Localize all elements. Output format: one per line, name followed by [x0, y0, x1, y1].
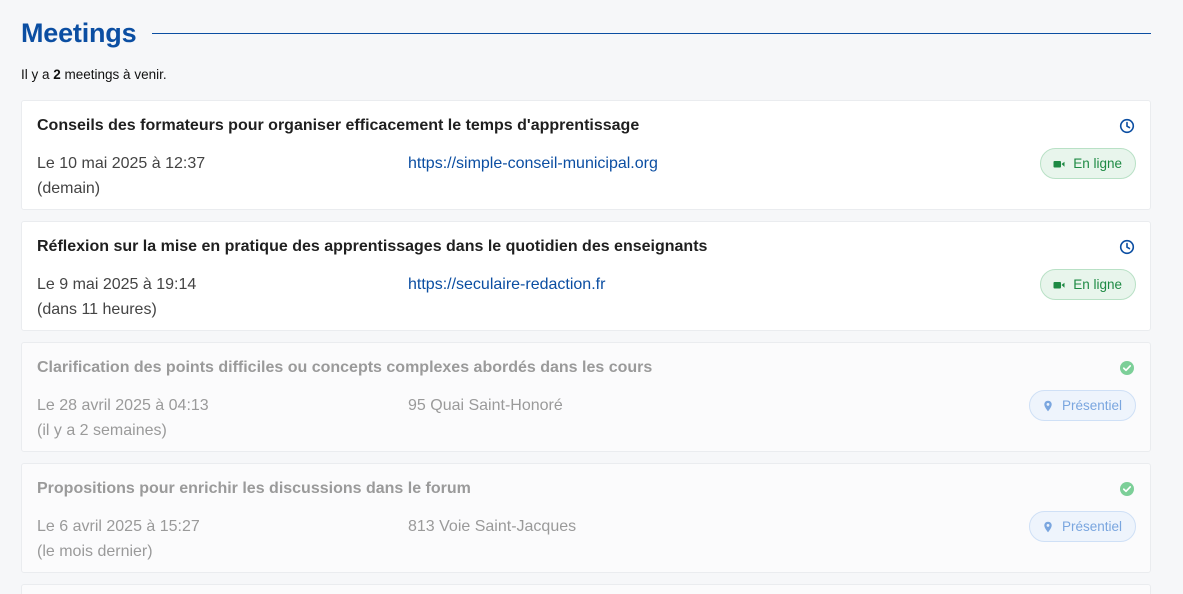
meeting-details: Le 9 mai 2025 à 19:14 (dans 11 heures) h…	[37, 272, 1135, 322]
meeting-relative-time: (le mois dernier)	[37, 543, 153, 560]
meeting-title[interactable]: Conseils des formateurs pour organiser e…	[37, 116, 1135, 136]
meeting-location-block: 813 Voie Saint-Jacques	[408, 514, 576, 564]
meeting-location-block: https://seculaire-redaction.fr	[408, 272, 605, 322]
meeting-card[interactable]: Clarification des points difficiles ou c…	[21, 342, 1151, 452]
meeting-title[interactable]: Réflexion sur la mise en pratique des ap…	[37, 237, 1135, 257]
meeting-details: Le 28 avril 2025 à 04:13 (il y a 2 semai…	[37, 393, 1135, 443]
meeting-title[interactable]: Propositions pour enrichir les discussio…	[37, 479, 1135, 499]
meetings-summary: Il y a 2 meetings à venir.	[21, 67, 1151, 82]
page-header: Meetings	[21, 16, 1151, 50]
clock-icon	[1119, 239, 1135, 255]
meeting-relative-time: (dans 11 heures)	[37, 301, 157, 318]
meeting-date-block: Le 10 mai 2025 à 12:37 (demain)	[37, 151, 408, 201]
meeting-card[interactable]: Propositions pour enrichir les discussio…	[21, 463, 1151, 573]
meeting-card[interactable]: Conseils des formateurs pour organiser e…	[21, 100, 1151, 210]
meeting-list: Conseils des formateurs pour organiser e…	[21, 100, 1151, 594]
meeting-title[interactable]: Clarification des points difficiles ou c…	[37, 358, 1135, 378]
meeting-details: Le 10 mai 2025 à 12:37 (demain) https://…	[37, 151, 1135, 201]
summary-prefix: Il y a	[21, 67, 54, 82]
map-pin-icon	[1044, 400, 1052, 411]
clock-icon	[1119, 118, 1135, 134]
meeting-link[interactable]: https://simple-conseil-municipal.org	[408, 155, 658, 172]
online-badge: En ligne	[1040, 269, 1136, 300]
meeting-address: 95 Quai Saint-Honoré	[408, 397, 563, 414]
header-divider	[152, 32, 1151, 34]
meetings-page: Meetings Il y a 2 meetings à venir. Cons…	[0, 0, 1183, 594]
online-badge: En ligne	[1040, 148, 1136, 179]
meeting-date: Le 10 mai 2025 à 12:37	[37, 155, 206, 172]
badge-label: Présentiel	[1061, 519, 1122, 534]
page-title: Meetings	[21, 17, 137, 48]
badge-label: En ligne	[1073, 277, 1122, 292]
meeting-relative-time: (il y a 2 semaines)	[37, 422, 167, 439]
meeting-date-block: Le 6 avril 2025 à 15:27 (le mois dernier…	[37, 514, 408, 564]
video-camera-icon	[1053, 281, 1065, 288]
meeting-card-partial	[21, 584, 1151, 594]
video-camera-icon	[1053, 160, 1065, 167]
meeting-date: Le 28 avril 2025 à 04:13	[37, 397, 209, 414]
check-circle-icon	[1120, 482, 1134, 496]
meeting-date-block: Le 28 avril 2025 à 04:13 (il y a 2 semai…	[37, 393, 408, 443]
badge-label: Présentiel	[1061, 398, 1122, 413]
summary-suffix: meetings à venir.	[60, 67, 167, 82]
meeting-address: 813 Voie Saint-Jacques	[408, 518, 577, 535]
meeting-date: Le 6 avril 2025 à 15:27	[37, 518, 200, 535]
meeting-date: Le 9 mai 2025 à 19:14	[37, 276, 197, 293]
badge-label: En ligne	[1073, 156, 1122, 171]
meeting-link[interactable]: https://seculaire-redaction.fr	[408, 276, 605, 293]
meeting-location-block: 95 Quai Saint-Honoré	[408, 393, 563, 443]
check-circle-icon	[1120, 361, 1134, 375]
meeting-relative-time: (demain)	[37, 180, 101, 197]
meeting-card[interactable]: Réflexion sur la mise en pratique des ap…	[21, 221, 1151, 331]
meeting-location-block: https://simple-conseil-municipal.org	[408, 151, 658, 201]
in-person-badge: Présentiel	[1028, 511, 1136, 542]
in-person-badge: Présentiel	[1028, 390, 1136, 421]
upcoming-count: 2	[53, 67, 61, 82]
meeting-date-block: Le 9 mai 2025 à 19:14 (dans 11 heures)	[37, 272, 408, 322]
map-pin-icon	[1044, 521, 1052, 532]
meeting-details: Le 6 avril 2025 à 15:27 (le mois dernier…	[37, 514, 1135, 564]
